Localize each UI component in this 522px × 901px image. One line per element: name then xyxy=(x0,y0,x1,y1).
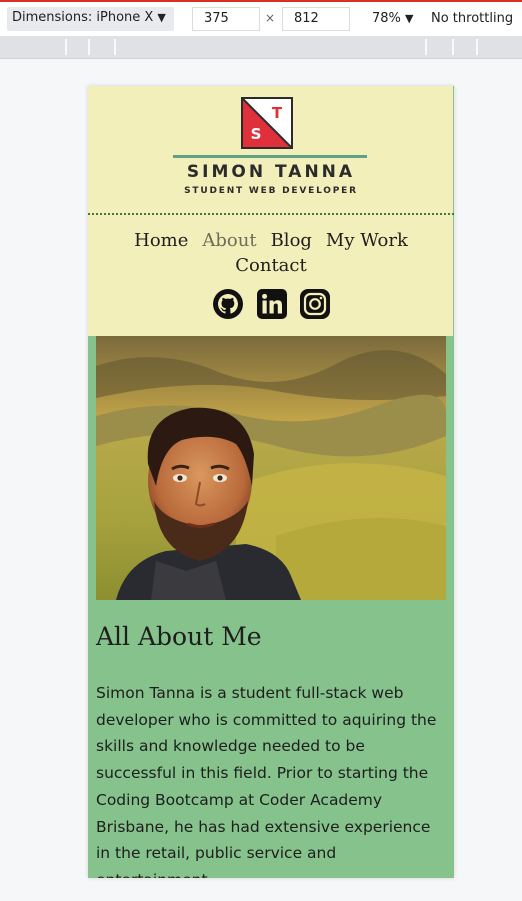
github-icon[interactable] xyxy=(212,288,244,320)
ruler-tick xyxy=(452,39,454,55)
logo-letter-t: T xyxy=(272,104,283,122)
nav-blog-link[interactable]: Blog xyxy=(271,230,312,251)
viewport-height-input[interactable]: 812 xyxy=(282,7,350,31)
logo-icon[interactable]: T S xyxy=(241,97,293,149)
brand-underline xyxy=(173,155,367,158)
social-links xyxy=(212,288,332,320)
profile-photo-image xyxy=(96,336,446,600)
profile-photo xyxy=(96,336,446,600)
times-icon: × xyxy=(265,11,276,25)
media-query-ruler[interactable] xyxy=(0,36,522,59)
nav-about-link[interactable]: About xyxy=(202,230,256,251)
ruler-tick xyxy=(425,39,427,55)
brand-tagline: STUDENT WEB DEVELOPER xyxy=(184,186,358,196)
zoom-value: 78% xyxy=(372,11,401,26)
brand-name: SIMON TANNA xyxy=(186,162,356,182)
linkedin-icon[interactable] xyxy=(256,288,288,320)
device-dimensions-select[interactable]: Dimensions: iPhone X ▼ xyxy=(7,7,174,31)
device-label: Dimensions: iPhone X xyxy=(12,10,154,25)
chevron-down-icon: ▼ xyxy=(405,12,414,25)
nav-contact-link[interactable]: Contact xyxy=(235,255,306,276)
throttling-select[interactable]: No throttling xyxy=(431,11,513,26)
chevron-down-icon: ▼ xyxy=(157,11,166,24)
header-divider xyxy=(88,213,454,215)
ruler-tick xyxy=(65,39,67,55)
instagram-icon[interactable] xyxy=(299,288,331,320)
ruler-tick xyxy=(476,39,478,55)
about-paragraph: Simon Tanna is a student full-stack web … xyxy=(96,684,437,878)
device-viewport[interactable]: T S SIMON TANNA STUDENT WEB DEVELOPER Ho… xyxy=(88,86,454,878)
main-nav: Home About Blog My Work Contact xyxy=(116,228,426,278)
ruler-tick xyxy=(88,39,90,55)
ruler-tick xyxy=(114,39,116,55)
nav-my-work-link[interactable]: My Work xyxy=(326,230,408,251)
nav-home-link[interactable]: Home xyxy=(134,230,188,251)
site-header: T S SIMON TANNA STUDENT WEB DEVELOPER Ho… xyxy=(88,86,454,336)
zoom-select[interactable]: 78% ▼ xyxy=(372,11,414,26)
logo-letter-s: S xyxy=(251,125,262,143)
devtools-toolbar: Dimensions: iPhone X ▼ 375 × 812 78% ▼ No… xyxy=(0,0,522,36)
about-heading: All About Me xyxy=(96,622,262,651)
viewport-width-input[interactable]: 375 xyxy=(192,7,260,31)
